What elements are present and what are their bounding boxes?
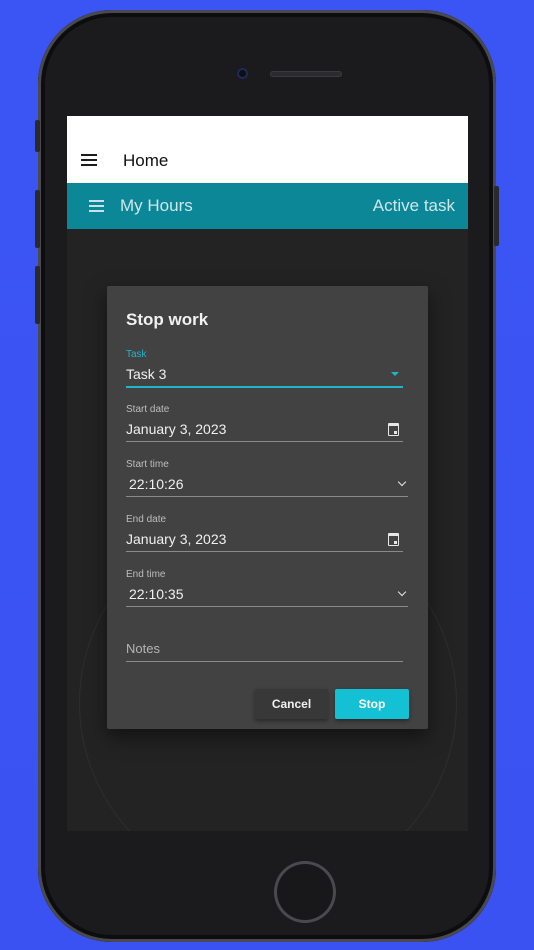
field-underline (126, 386, 403, 388)
task-value: Task 3 (126, 366, 167, 382)
start-time-value: 22:10:26 (129, 476, 184, 492)
home-button[interactable] (274, 861, 336, 923)
speaker-grille (270, 71, 342, 77)
task-select[interactable]: Task Task 3 (126, 349, 403, 388)
task-label: Task (126, 349, 147, 360)
field-underline (126, 606, 408, 607)
camera-icon (237, 68, 248, 79)
start-date-value: January 3, 2023 (126, 421, 227, 437)
power-button[interactable] (494, 186, 499, 246)
cancel-button[interactable]: Cancel (255, 689, 328, 719)
volume-up-button[interactable] (35, 190, 40, 248)
top-app-bar: Home (67, 116, 468, 183)
calendar-icon[interactable] (388, 423, 399, 436)
menu-icon[interactable] (89, 200, 104, 212)
stop-work-dialog: Stop work Task Task 3 Start date January… (107, 286, 428, 729)
active-task-button[interactable]: Active task (373, 196, 455, 216)
start-date-field[interactable]: Start date January 3, 2023 (126, 404, 403, 442)
end-date-field[interactable]: End date January 3, 2023 (126, 514, 403, 552)
page-title: Home (123, 151, 169, 170)
section-title: My Hours (120, 196, 193, 215)
menu-icon[interactable] (81, 154, 97, 166)
field-underline (126, 551, 403, 552)
start-date-label: Start date (126, 404, 170, 415)
section-app-bar: My Hours Active task (67, 183, 468, 229)
start-time-field[interactable]: Start time 22:10:26 (126, 459, 408, 497)
field-underline (126, 441, 403, 442)
field-underline (126, 496, 408, 497)
calendar-icon[interactable] (388, 533, 399, 546)
screen: Home My Hours Active task Stop work Task… (67, 116, 468, 831)
end-time-field[interactable]: End time 22:10:35 (126, 569, 408, 607)
volume-down-button[interactable] (35, 266, 40, 324)
end-time-value: 22:10:35 (129, 586, 184, 602)
start-time-label: Start time (126, 459, 169, 470)
end-time-label: End time (126, 569, 166, 580)
dropdown-arrow-icon (391, 372, 399, 376)
end-date-label: End date (126, 514, 167, 525)
end-date-value: January 3, 2023 (126, 531, 227, 547)
field-underline (126, 661, 403, 662)
notes-placeholder: Notes (126, 641, 160, 656)
stop-button[interactable]: Stop (335, 689, 409, 719)
mute-switch[interactable] (35, 120, 40, 152)
dialog-title: Stop work (126, 310, 209, 329)
notes-input[interactable]: Notes (126, 641, 403, 662)
